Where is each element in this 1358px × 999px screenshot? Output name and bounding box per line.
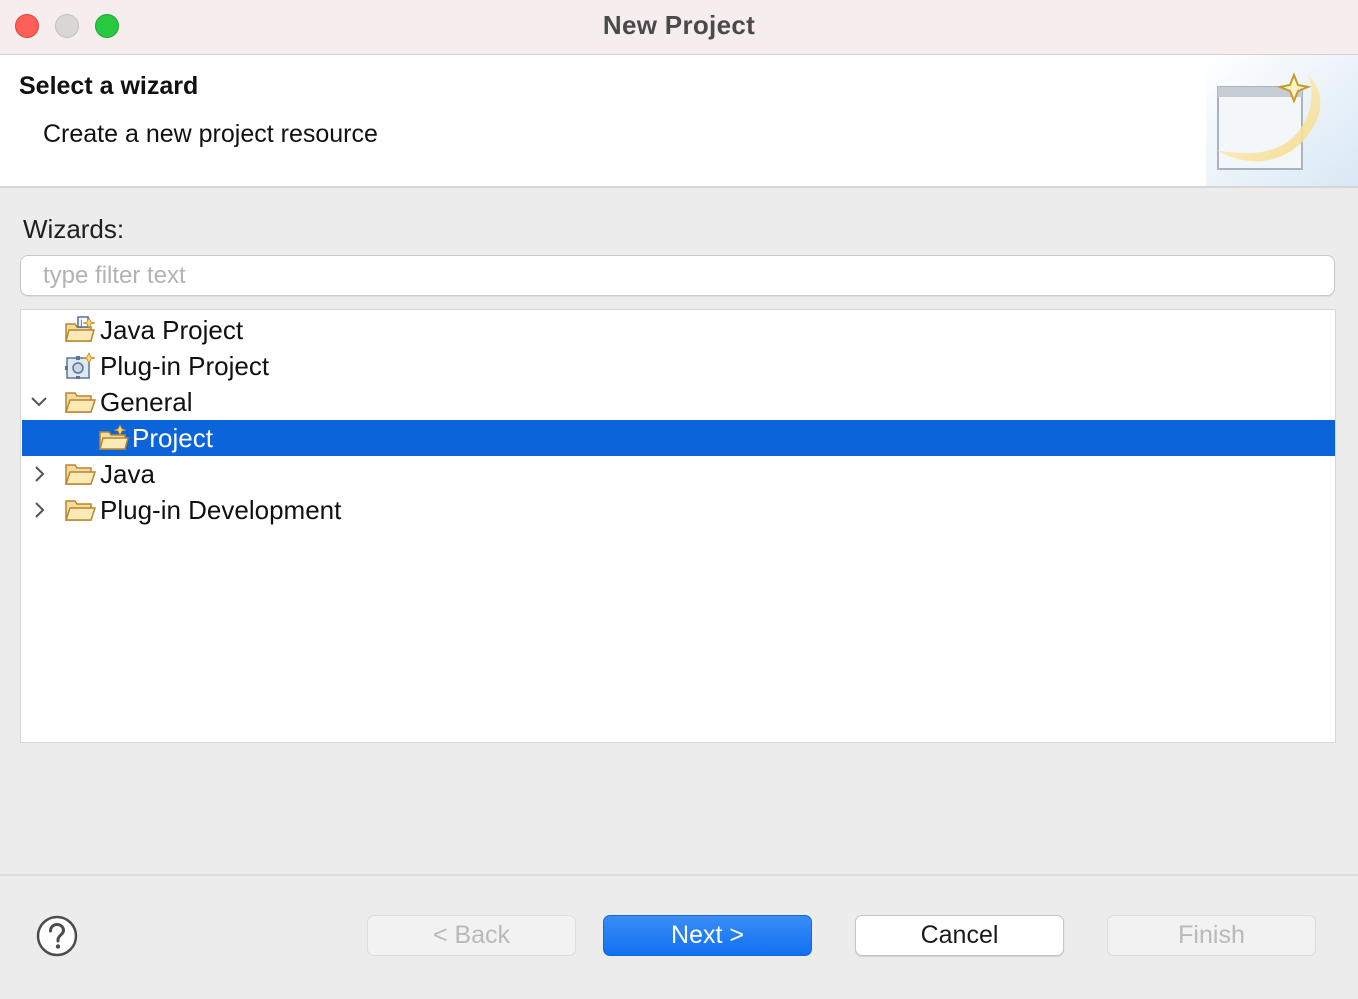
plugin-project-icon bbox=[65, 352, 96, 379]
tree-item-plugin-development[interactable]: Plug-in Development bbox=[22, 492, 1335, 528]
tree-item-label: Project bbox=[132, 423, 213, 453]
folder-icon bbox=[64, 500, 96, 521]
tree-item-label: Plug-in Project bbox=[100, 351, 270, 381]
tree-item-java-project[interactable]: J Java Project bbox=[22, 312, 1335, 348]
banner-title: Select a wizard bbox=[19, 72, 199, 100]
filter-input[interactable] bbox=[21, 256, 1334, 295]
folder-open-icon bbox=[64, 392, 96, 413]
tree-item-general[interactable]: General bbox=[22, 384, 1335, 420]
wizard-tree[interactable]: J Java Project Plug-in Project General P… bbox=[20, 309, 1336, 743]
new-wizard-banner-icon bbox=[1206, 55, 1358, 186]
tree-item-project[interactable]: Project bbox=[22, 420, 1335, 456]
wizard-banner: Select a wizard Create a new project res… bbox=[0, 55, 1358, 188]
window-title: New Project bbox=[602, 10, 756, 40]
new-project-icon bbox=[99, 424, 129, 450]
chevron-right-icon[interactable] bbox=[30, 465, 48, 483]
svg-text:J: J bbox=[79, 319, 83, 329]
new-project-dialog: New Project Select a wizard Create a new… bbox=[0, 0, 1358, 999]
help-icon[interactable] bbox=[36, 915, 78, 957]
footer-divider bbox=[0, 874, 1358, 876]
tree-item-plugin-project[interactable]: Plug-in Project bbox=[22, 348, 1335, 384]
banner-description: Create a new project resource bbox=[43, 120, 378, 148]
tree-item-label: Java bbox=[100, 459, 155, 489]
chevron-down-icon[interactable] bbox=[30, 393, 48, 411]
next-button[interactable]: Next > bbox=[603, 915, 812, 956]
chevron-right-icon[interactable] bbox=[30, 501, 48, 519]
tree-item-label: General bbox=[100, 387, 193, 417]
tree-item-java[interactable]: Java bbox=[22, 456, 1335, 492]
back-button[interactable]: < Back bbox=[367, 915, 576, 956]
title-bar[interactable]: New Project bbox=[0, 0, 1358, 55]
finish-button[interactable]: Finish bbox=[1107, 915, 1316, 956]
folder-icon bbox=[64, 464, 96, 485]
java-project-icon: J bbox=[65, 316, 96, 342]
wizards-label: Wizards: bbox=[23, 214, 125, 244]
cancel-button[interactable]: Cancel bbox=[855, 915, 1064, 956]
filter-field[interactable] bbox=[20, 255, 1335, 296]
tree-item-label: Java Project bbox=[100, 315, 244, 345]
tree-item-label: Plug-in Development bbox=[100, 495, 342, 525]
